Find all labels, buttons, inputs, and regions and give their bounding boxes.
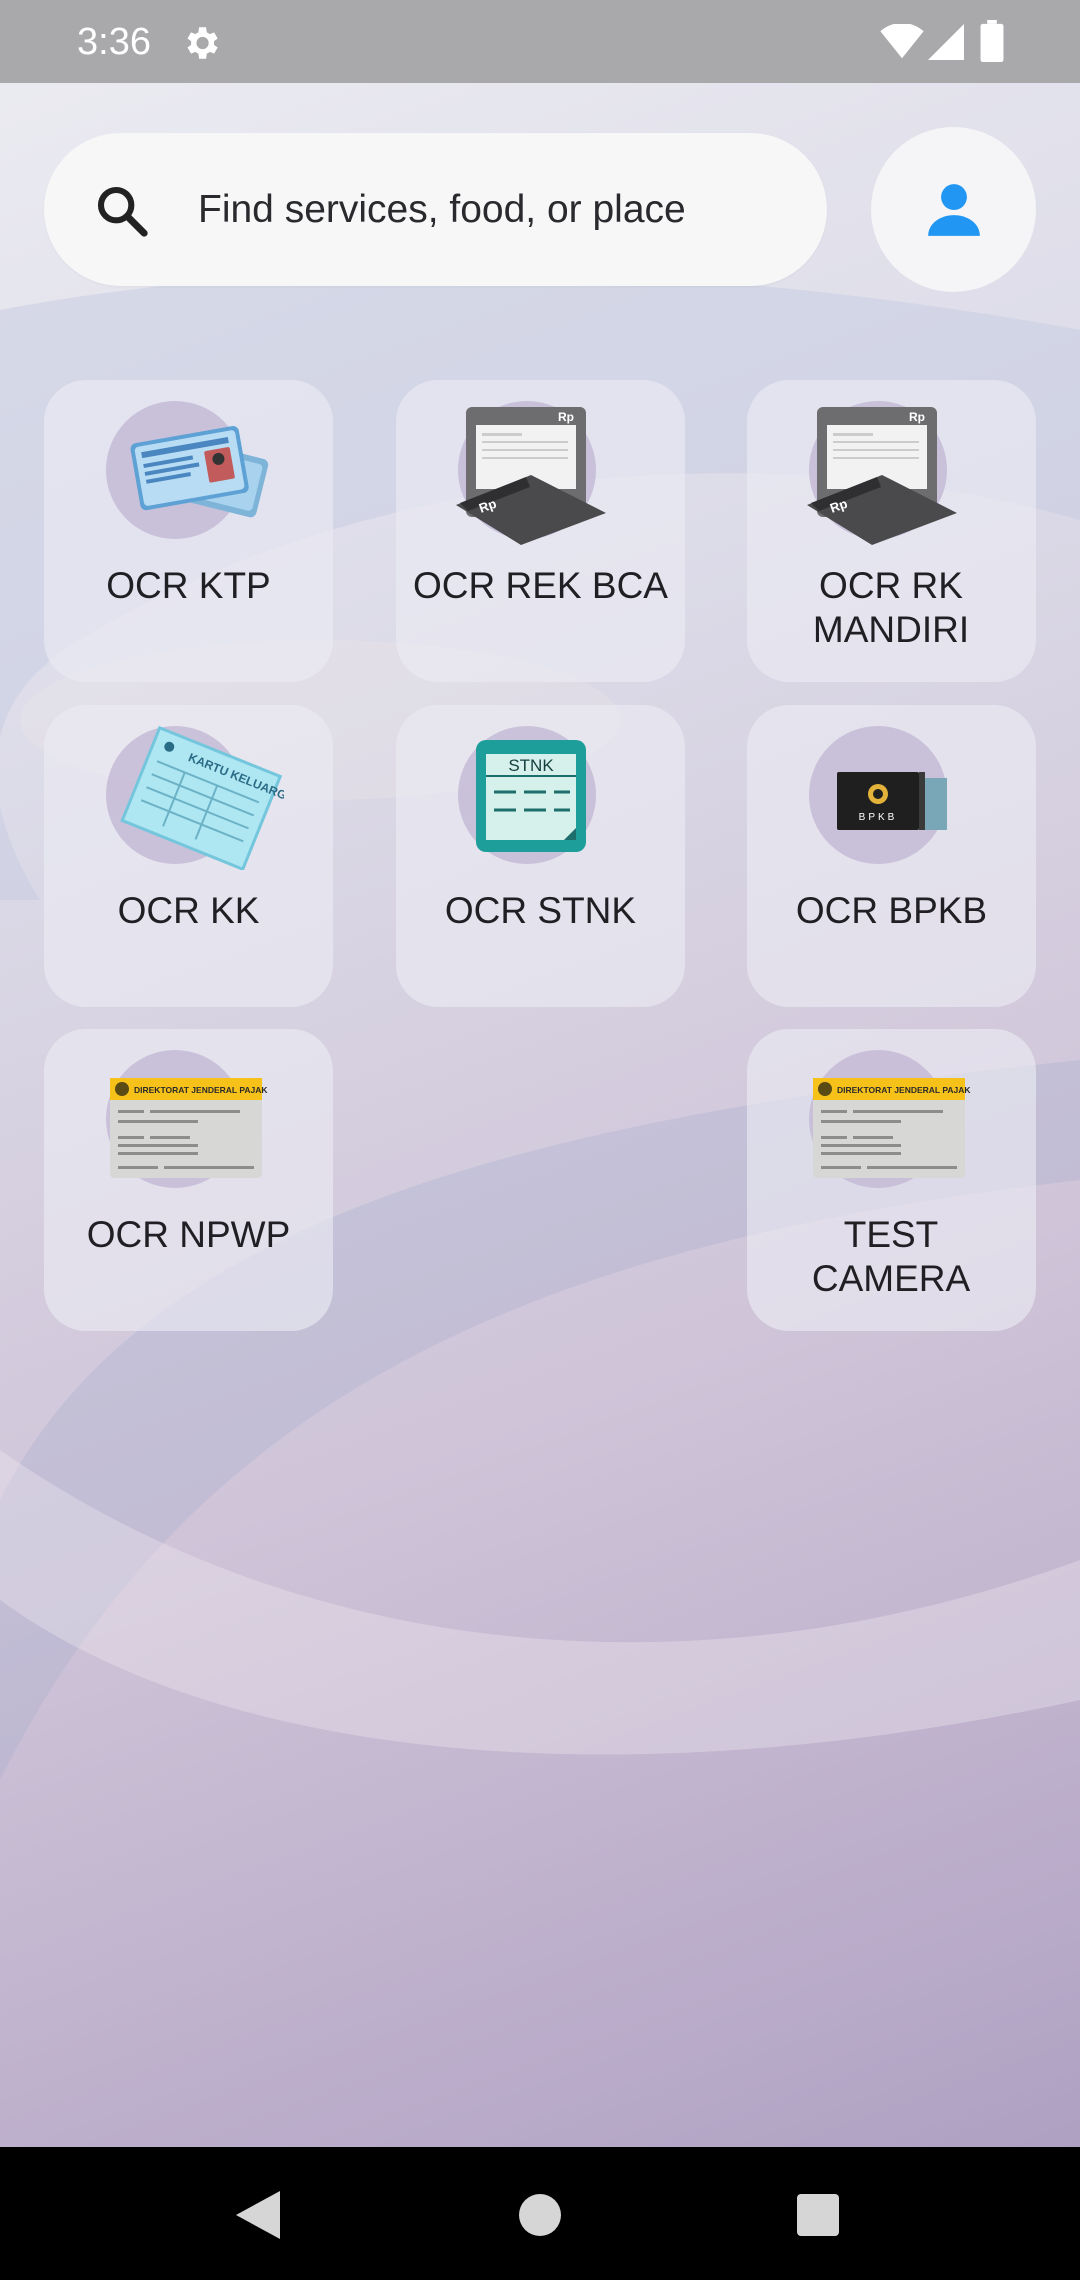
service-label: OCR NPWP (86, 1214, 291, 1255)
service-tile-ocr-rk-mandiri[interactable]: Rp Rp OCR RK MANDIRI (747, 380, 1036, 682)
service-label: OCR STNK (444, 890, 637, 931)
service-label: OCR KTP (106, 565, 271, 606)
recents-icon[interactable] (797, 2194, 839, 2236)
service-tile-ocr-npwp[interactable]: DIREKTORAT JENDERAL PAJAK OCR NPWP (44, 1029, 333, 1331)
navigation-bar (0, 2147, 1080, 2280)
npwp-card-icon: DIREKTORAT JENDERAL PAJAK (110, 1078, 268, 1178)
battery-icon (980, 20, 1004, 62)
service-tile-ocr-stnk[interactable]: STNK OCR STNK (396, 705, 685, 1007)
status-bar: 3:36 (0, 0, 1080, 83)
service-tile-ocr-bpkb[interactable]: BPKB OCR BPKB (747, 705, 1036, 1007)
service-tile-ocr-ktp[interactable]: OCR KTP (44, 380, 333, 682)
service-tile-ocr-rek-bca[interactable]: Rp Rp OCR REK BCA (396, 380, 685, 682)
search-bar[interactable]: Find services, food, or place (44, 133, 827, 286)
service-label: OCR REK BCA (413, 565, 668, 606)
signal-icon (928, 24, 964, 60)
service-label: OCR KK (117, 890, 260, 931)
bank-statement-icon: Rp Rp (807, 407, 957, 545)
home-icon[interactable] (519, 2194, 561, 2236)
service-label: TEST CAMERA (811, 1214, 971, 1299)
id-card-icon (130, 425, 269, 518)
gear-icon (187, 27, 218, 59)
service-label: OCR BPKB (795, 890, 988, 931)
svg-text:Rp: Rp (909, 410, 925, 424)
stnk-icon: STNK (476, 740, 586, 852)
svg-text:BPKB: BPKB (859, 812, 898, 823)
person-icon (928, 184, 980, 236)
service-tile-test-camera[interactable]: DIREKTORAT JENDERAL PAJAK TEST CAMERA (747, 1029, 1036, 1331)
svg-text:DIREKTORAT JENDERAL PAJAK: DIREKTORAT JENDERAL PAJAK (837, 1085, 971, 1095)
service-tile-ocr-kk[interactable]: KARTU KELUARGA OCR KK (44, 705, 333, 1007)
profile-button[interactable] (871, 127, 1036, 292)
back-icon[interactable] (236, 2191, 280, 2239)
search-icon (97, 186, 148, 237)
bank-statement-icon: Rp Rp (456, 407, 606, 545)
svg-text:DIREKTORAT JENDERAL PAJAK: DIREKTORAT JENDERAL PAJAK (134, 1085, 268, 1095)
search-placeholder[interactable]: Find services, food, or place (198, 184, 686, 236)
service-label: OCR RK MANDIRI (812, 565, 970, 650)
svg-text:STNK: STNK (508, 756, 554, 775)
family-card-icon: KARTU KELUARGA (120, 725, 284, 870)
home-screen: 3:36 Find services, food, or place OCR K… (0, 0, 1080, 2280)
npwp-card-icon: DIREKTORAT JENDERAL PAJAK (813, 1078, 971, 1178)
svg-text:Rp: Rp (558, 410, 574, 424)
wifi-icon (880, 24, 924, 59)
status-time: 3:36 (77, 21, 151, 63)
bpkb-icon: BPKB (837, 772, 947, 830)
